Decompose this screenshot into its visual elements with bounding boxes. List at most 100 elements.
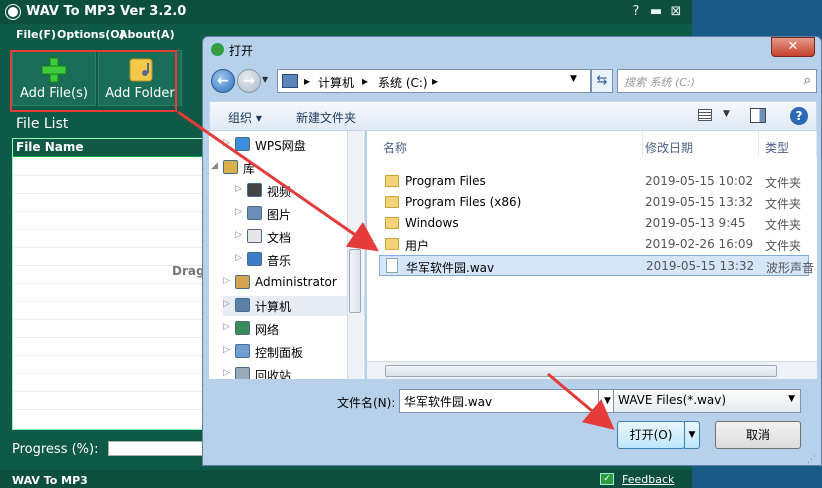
audio-file-icon [386, 258, 398, 273]
column-name[interactable]: 名称 [377, 131, 643, 157]
dialog-app-icon [211, 43, 224, 56]
tree-item-label: 文档 [267, 231, 292, 245]
expand-arrow-icon[interactable]: ▷ [235, 230, 242, 240]
tree-scroll-thumb[interactable] [349, 249, 361, 313]
cancel-button[interactable]: 取消 [715, 421, 801, 449]
library-icon [223, 160, 238, 174]
command-bar: 组织 ▾ 新建文件夹 ▼ ? [209, 101, 817, 131]
help-icon[interactable]: ? [790, 107, 808, 125]
forward-button[interactable]: → [237, 69, 261, 93]
tree-item[interactable]: ▷ WPS网盘 [223, 135, 364, 155]
file-row[interactable]: Windows 2019-05-13 9:45 文件夹 [379, 213, 809, 234]
progress-label: Progress (%): [12, 442, 99, 457]
new-folder-button[interactable]: 新建文件夹 [296, 109, 356, 126]
expand-arrow-icon[interactable]: ◢ [211, 161, 218, 171]
history-dropdown-icon[interactable]: ▼ [262, 75, 268, 84]
column-type[interactable]: 类型 [759, 131, 817, 157]
feedback-link[interactable]: Feedback [622, 473, 674, 486]
video-icon [247, 183, 262, 197]
column-file-name[interactable]: File Name [13, 139, 203, 157]
minimize-button[interactable]: ▬ [648, 4, 664, 20]
expand-arrow-icon[interactable]: ▷ [223, 299, 230, 309]
breadcrumb-computer[interactable]: 计算机 [318, 74, 354, 91]
tree-item[interactable]: ◢ 库 [211, 158, 364, 178]
tree-item[interactable]: ▷ 控制面板 [223, 342, 364, 362]
open-file-dialog: 打开 ✕ ← → ▼ ▸ 计算机 ▸ 系统 (C:) ▸ ▼ ⇆ 搜索 系统 (… [202, 36, 822, 466]
open-dropdown-button[interactable]: ▼ [684, 421, 700, 449]
app-logo-icon [6, 5, 20, 19]
folder-icon [385, 238, 399, 250]
search-placeholder: 搜索 系统 (C:) [624, 76, 695, 89]
computer-icon [235, 298, 250, 312]
file-list-grid[interactable]: File Name [12, 138, 204, 430]
file-list-label: File List [16, 116, 69, 132]
breadcrumb-drive-c[interactable]: 系统 (C:) [378, 74, 428, 91]
forward-arrow-icon: → [243, 73, 255, 89]
tree-item-label: 网络 [255, 323, 280, 337]
progress-bar [108, 441, 204, 456]
feedback-icon: ✓ [600, 473, 614, 485]
file-row[interactable]: 用户 2019-02-26 16:09 文件夹 [379, 234, 809, 255]
expand-arrow-icon[interactable]: ▷ [223, 368, 230, 378]
network-icon [235, 321, 250, 335]
close-button[interactable]: ⊠ [668, 4, 684, 20]
horizontal-scroll-thumb[interactable] [385, 365, 777, 377]
drag-hint: Drag [172, 264, 205, 278]
expand-arrow-icon[interactable]: ▷ [235, 207, 242, 217]
music-icon [247, 252, 262, 266]
expand-arrow-icon[interactable]: ▷ [223, 322, 230, 332]
filename-input[interactable]: 华军软件园.wav [399, 389, 599, 413]
tree-item[interactable]: ▷ 视频 [235, 181, 364, 201]
tree-item[interactable]: ▷ 图片 [235, 204, 364, 224]
view-list-icon[interactable] [698, 109, 712, 121]
expand-arrow-icon[interactable]: ▷ [223, 345, 230, 355]
resize-grip-icon[interactable]: ⋰ [807, 455, 816, 465]
menu-options[interactable]: Options(O) [57, 28, 125, 41]
back-button[interactable]: ← [211, 69, 235, 93]
breadcrumb-sep: ▸ [362, 74, 369, 88]
tree-item-label: 控制面板 [255, 346, 304, 360]
file-row[interactable]: 华军软件园.wav 2019-05-15 13:32 波形声音 [379, 255, 814, 276]
file-name: 华军软件园.wav [406, 261, 495, 275]
expand-arrow-icon[interactable]: ▷ [223, 138, 230, 148]
breadcrumb-sep: ▸ [432, 74, 439, 88]
expand-arrow-icon[interactable]: ▷ [235, 184, 242, 194]
file-type-select[interactable]: WAVE Files(*.wav) ▼ [613, 389, 801, 413]
column-modified-date[interactable]: 修改日期 [639, 131, 759, 157]
help-button[interactable]: ? [628, 4, 644, 20]
search-input[interactable]: 搜索 系统 (C:) ⌕ [617, 69, 817, 93]
view-dropdown-icon[interactable]: ▼ [723, 109, 730, 119]
menu-file[interactable]: File(F) [16, 28, 56, 41]
tree-item-label: 图片 [267, 208, 292, 222]
expand-arrow-icon[interactable]: ▷ [223, 276, 230, 286]
highlight-box [10, 50, 177, 112]
address-bar[interactable]: ▸ 计算机 ▸ 系统 (C:) ▸ ▼ [277, 69, 591, 93]
document-icon [247, 229, 262, 243]
refresh-icon: ⇆ [596, 73, 608, 88]
horizontal-scrollbar[interactable] [367, 361, 817, 379]
dialog-close-button[interactable]: ✕ [771, 37, 815, 57]
tree-item[interactable]: ▷ 音乐 [235, 250, 364, 270]
dialog-title: 打开 [229, 44, 254, 58]
file-row[interactable]: Program Files (x86) 2019-05-15 13:32 文件夹 [379, 192, 809, 213]
navigation-tree: ▷ WPS网盘 ◢ 库 ▷ 视频 ▷ 图片 ▷ 文档 ▷ 音乐 ▷ Administrator ▷ 计算机 ▷ 网… [209, 131, 365, 379]
preview-pane-icon[interactable] [750, 108, 766, 123]
tree-item-label: WPS网盘 [255, 139, 306, 153]
refresh-button[interactable]: ⇆ [591, 69, 613, 93]
computer-icon [282, 74, 298, 88]
tree-item[interactable]: ▷ 回收站 [223, 365, 364, 379]
folder-icon [385, 217, 399, 229]
tree-item[interactable]: ▷ 计算机 [223, 296, 364, 316]
tree-item[interactable]: ▷ 网络 [223, 319, 364, 339]
open-button[interactable]: 打开(O) [617, 421, 685, 449]
filename-label: 文件名(N): [337, 396, 396, 410]
breadcrumb-sep: ▸ [304, 74, 311, 88]
menu-about[interactable]: About(A) [119, 28, 175, 41]
expand-arrow-icon[interactable]: ▷ [235, 253, 242, 263]
organize-button[interactable]: 组织 ▾ [228, 109, 262, 126]
address-dropdown-icon[interactable]: ▼ [570, 74, 577, 84]
file-row[interactable]: Program Files 2019-05-15 10:02 文件夹 [379, 171, 809, 192]
tree-item[interactable]: ▷ 文档 [235, 227, 364, 247]
tree-item[interactable]: ▷ Administrator [223, 273, 364, 293]
file-date: 2019-05-15 10:02 [645, 174, 754, 188]
